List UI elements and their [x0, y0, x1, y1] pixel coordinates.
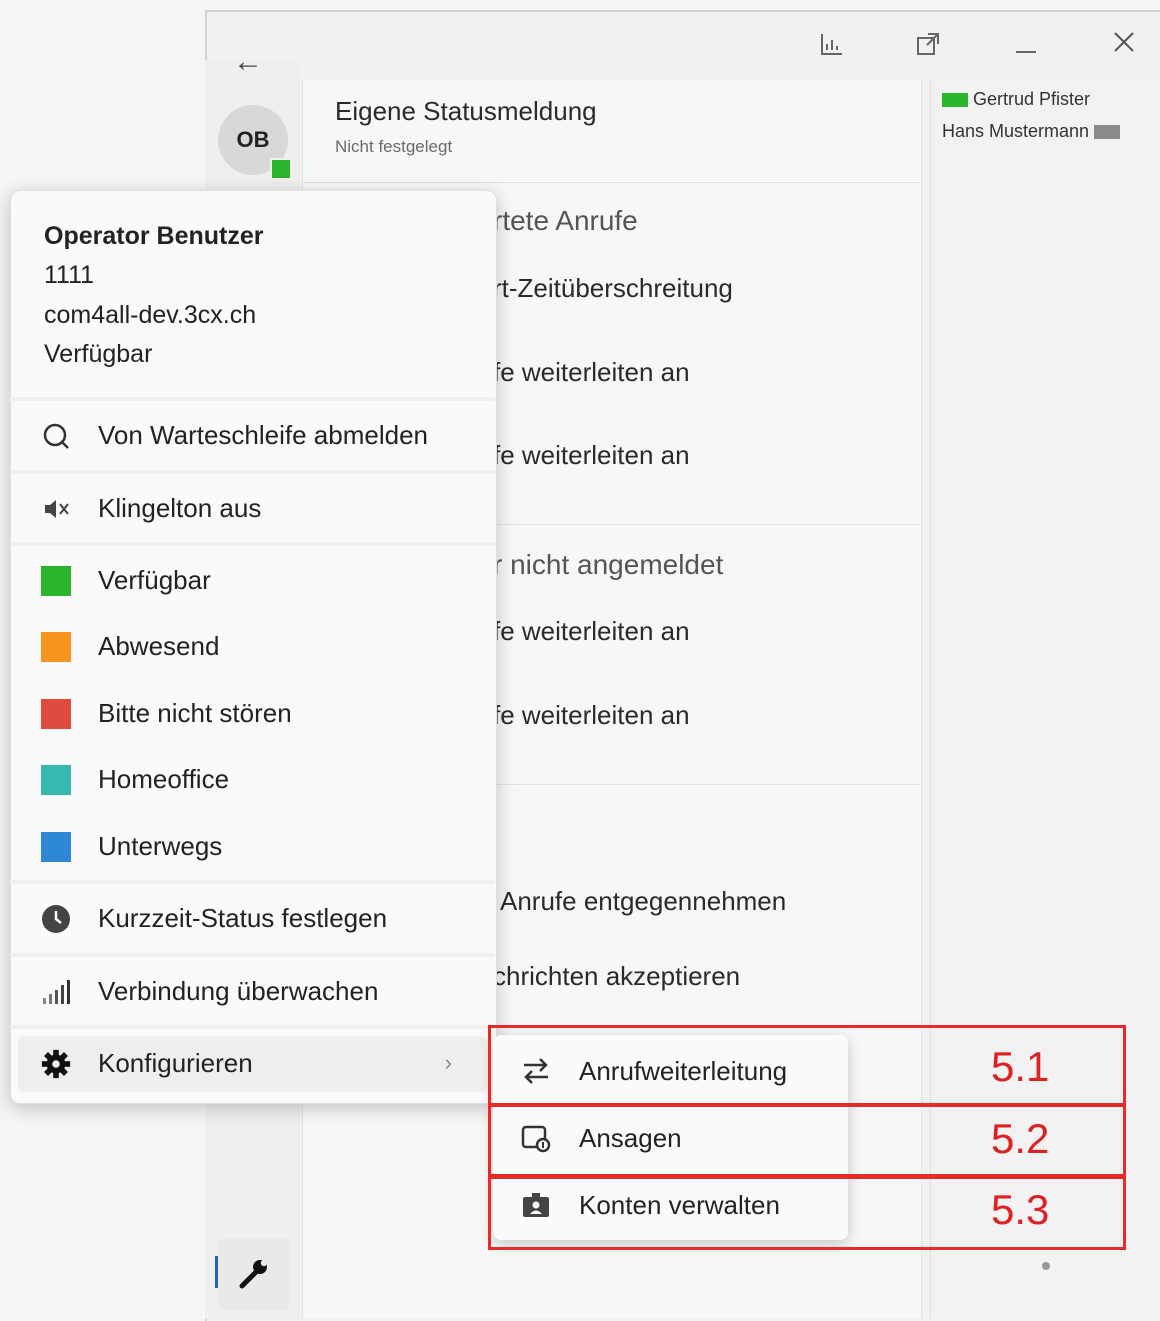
avatar-status-dot [270, 158, 292, 180]
queue-icon [40, 420, 72, 452]
own-status-title[interactable]: Eigene Statusmeldung [335, 96, 597, 127]
popout-icon[interactable] [908, 30, 948, 64]
setting-row[interactable]: rt-Zeitüberschreitung [493, 273, 733, 304]
close-icon[interactable] [1104, 28, 1144, 62]
contact-name: Hans Mustermann [942, 121, 1090, 141]
menu-item-status-dnd[interactable]: Bitte nicht stören [10, 686, 495, 742]
settings-button[interactable] [218, 1238, 290, 1310]
menu-item-ringtone-off[interactable]: Klingelton aus [10, 481, 495, 537]
setting-row[interactable]: fe weiterleiten an [493, 616, 690, 647]
menu-item-monitor-connection[interactable]: Verbindung überwachen [10, 964, 495, 1020]
menu-item-short-status[interactable]: Kurzzeit-Status festlegen [10, 891, 495, 947]
user-host: com4all-dev.3cx.ch [44, 301, 257, 329]
minimize-icon[interactable] [1006, 30, 1046, 64]
contact-status-indicator [942, 93, 968, 108]
status-color-swatch [41, 832, 71, 862]
avatar-initials: OB [236, 127, 270, 152]
menu-divider [10, 542, 495, 546]
menu-item-label: Klingelton aus [98, 493, 262, 523]
contact-item[interactable]: Gertrud Pfister [942, 89, 1090, 110]
contact-item[interactable]: Hans Mustermann [942, 121, 1121, 142]
gear-icon [40, 1048, 72, 1080]
menu-divider [10, 953, 495, 957]
setting-row[interactable]: fe weiterleiten an [493, 440, 690, 471]
chart-icon[interactable] [812, 30, 852, 64]
menu-divider [10, 397, 495, 401]
clock-icon [40, 903, 72, 935]
user-extension: 1111 [44, 261, 95, 289]
signal-icon [40, 976, 72, 1008]
section-heading: rtete Anrufe [493, 205, 638, 236]
menu-item-label: Verbindung überwachen [98, 976, 379, 1006]
menu-divider [10, 880, 495, 884]
menu-item-label: Unterwegs [98, 831, 223, 861]
menu-item-label: Bitte nicht stören [98, 698, 292, 728]
menu-item-label: Verfügbar [98, 565, 211, 595]
annotation-label: 5.2 [991, 1115, 1050, 1162]
contact-status-indicator [1094, 125, 1121, 140]
status-color-swatch [41, 699, 71, 729]
mute-icon [40, 493, 72, 525]
back-arrow-icon[interactable]: ← [233, 45, 263, 79]
divider [302, 182, 920, 183]
annotation-label: 5.3 [991, 1186, 1050, 1233]
status-color-swatch [41, 632, 71, 662]
menu-item-configure[interactable]: Konfigurieren › [18, 1036, 488, 1092]
status-color-swatch [41, 765, 71, 795]
menu-item-label: Kurzzeit-Status festlegen [98, 903, 388, 933]
setting-row[interactable]: fe weiterleiten an [493, 700, 690, 731]
dot-indicator [1042, 1262, 1050, 1270]
annotation-label: 5.1 [991, 1043, 1050, 1090]
menu-item-label: Homeoffice [98, 764, 230, 794]
menu-item-status-travelling[interactable]: Unterwegs [10, 819, 495, 875]
status-color-swatch [41, 566, 71, 596]
setting-row[interactable]: chrichten akzeptieren [493, 961, 740, 992]
menu-item-status-away[interactable]: Abwesend [10, 619, 495, 675]
user-name: Operator Benutzer [44, 222, 264, 250]
menu-item-label: Von Warteschleife abmelden [98, 420, 429, 450]
own-status-subtitle: Nicht festgelegt [335, 137, 453, 156]
chevron-right-icon: › [444, 1050, 452, 1075]
menu-divider [10, 470, 495, 474]
menu-item-label: Konfigurieren [98, 1048, 253, 1078]
menu-divider [10, 1025, 495, 1029]
setting-row[interactable]: Anrufe entgegennehmen [500, 886, 786, 917]
wrench-icon [239, 1259, 268, 1289]
user-status: Verfügbar [44, 340, 153, 368]
menu-item-status-available[interactable]: Verfügbar [10, 553, 495, 609]
menu-item-queue-logout[interactable]: Von Warteschleife abmelden [10, 408, 495, 464]
menu-item-status-homeoffice[interactable]: Homeoffice [10, 752, 495, 808]
section-heading: r nicht angemeldet [493, 549, 724, 580]
setting-row[interactable]: fe weiterleiten an [493, 357, 690, 388]
menu-item-label: Abwesend [98, 631, 220, 661]
contact-name: Gertrud Pfister [973, 89, 1091, 109]
